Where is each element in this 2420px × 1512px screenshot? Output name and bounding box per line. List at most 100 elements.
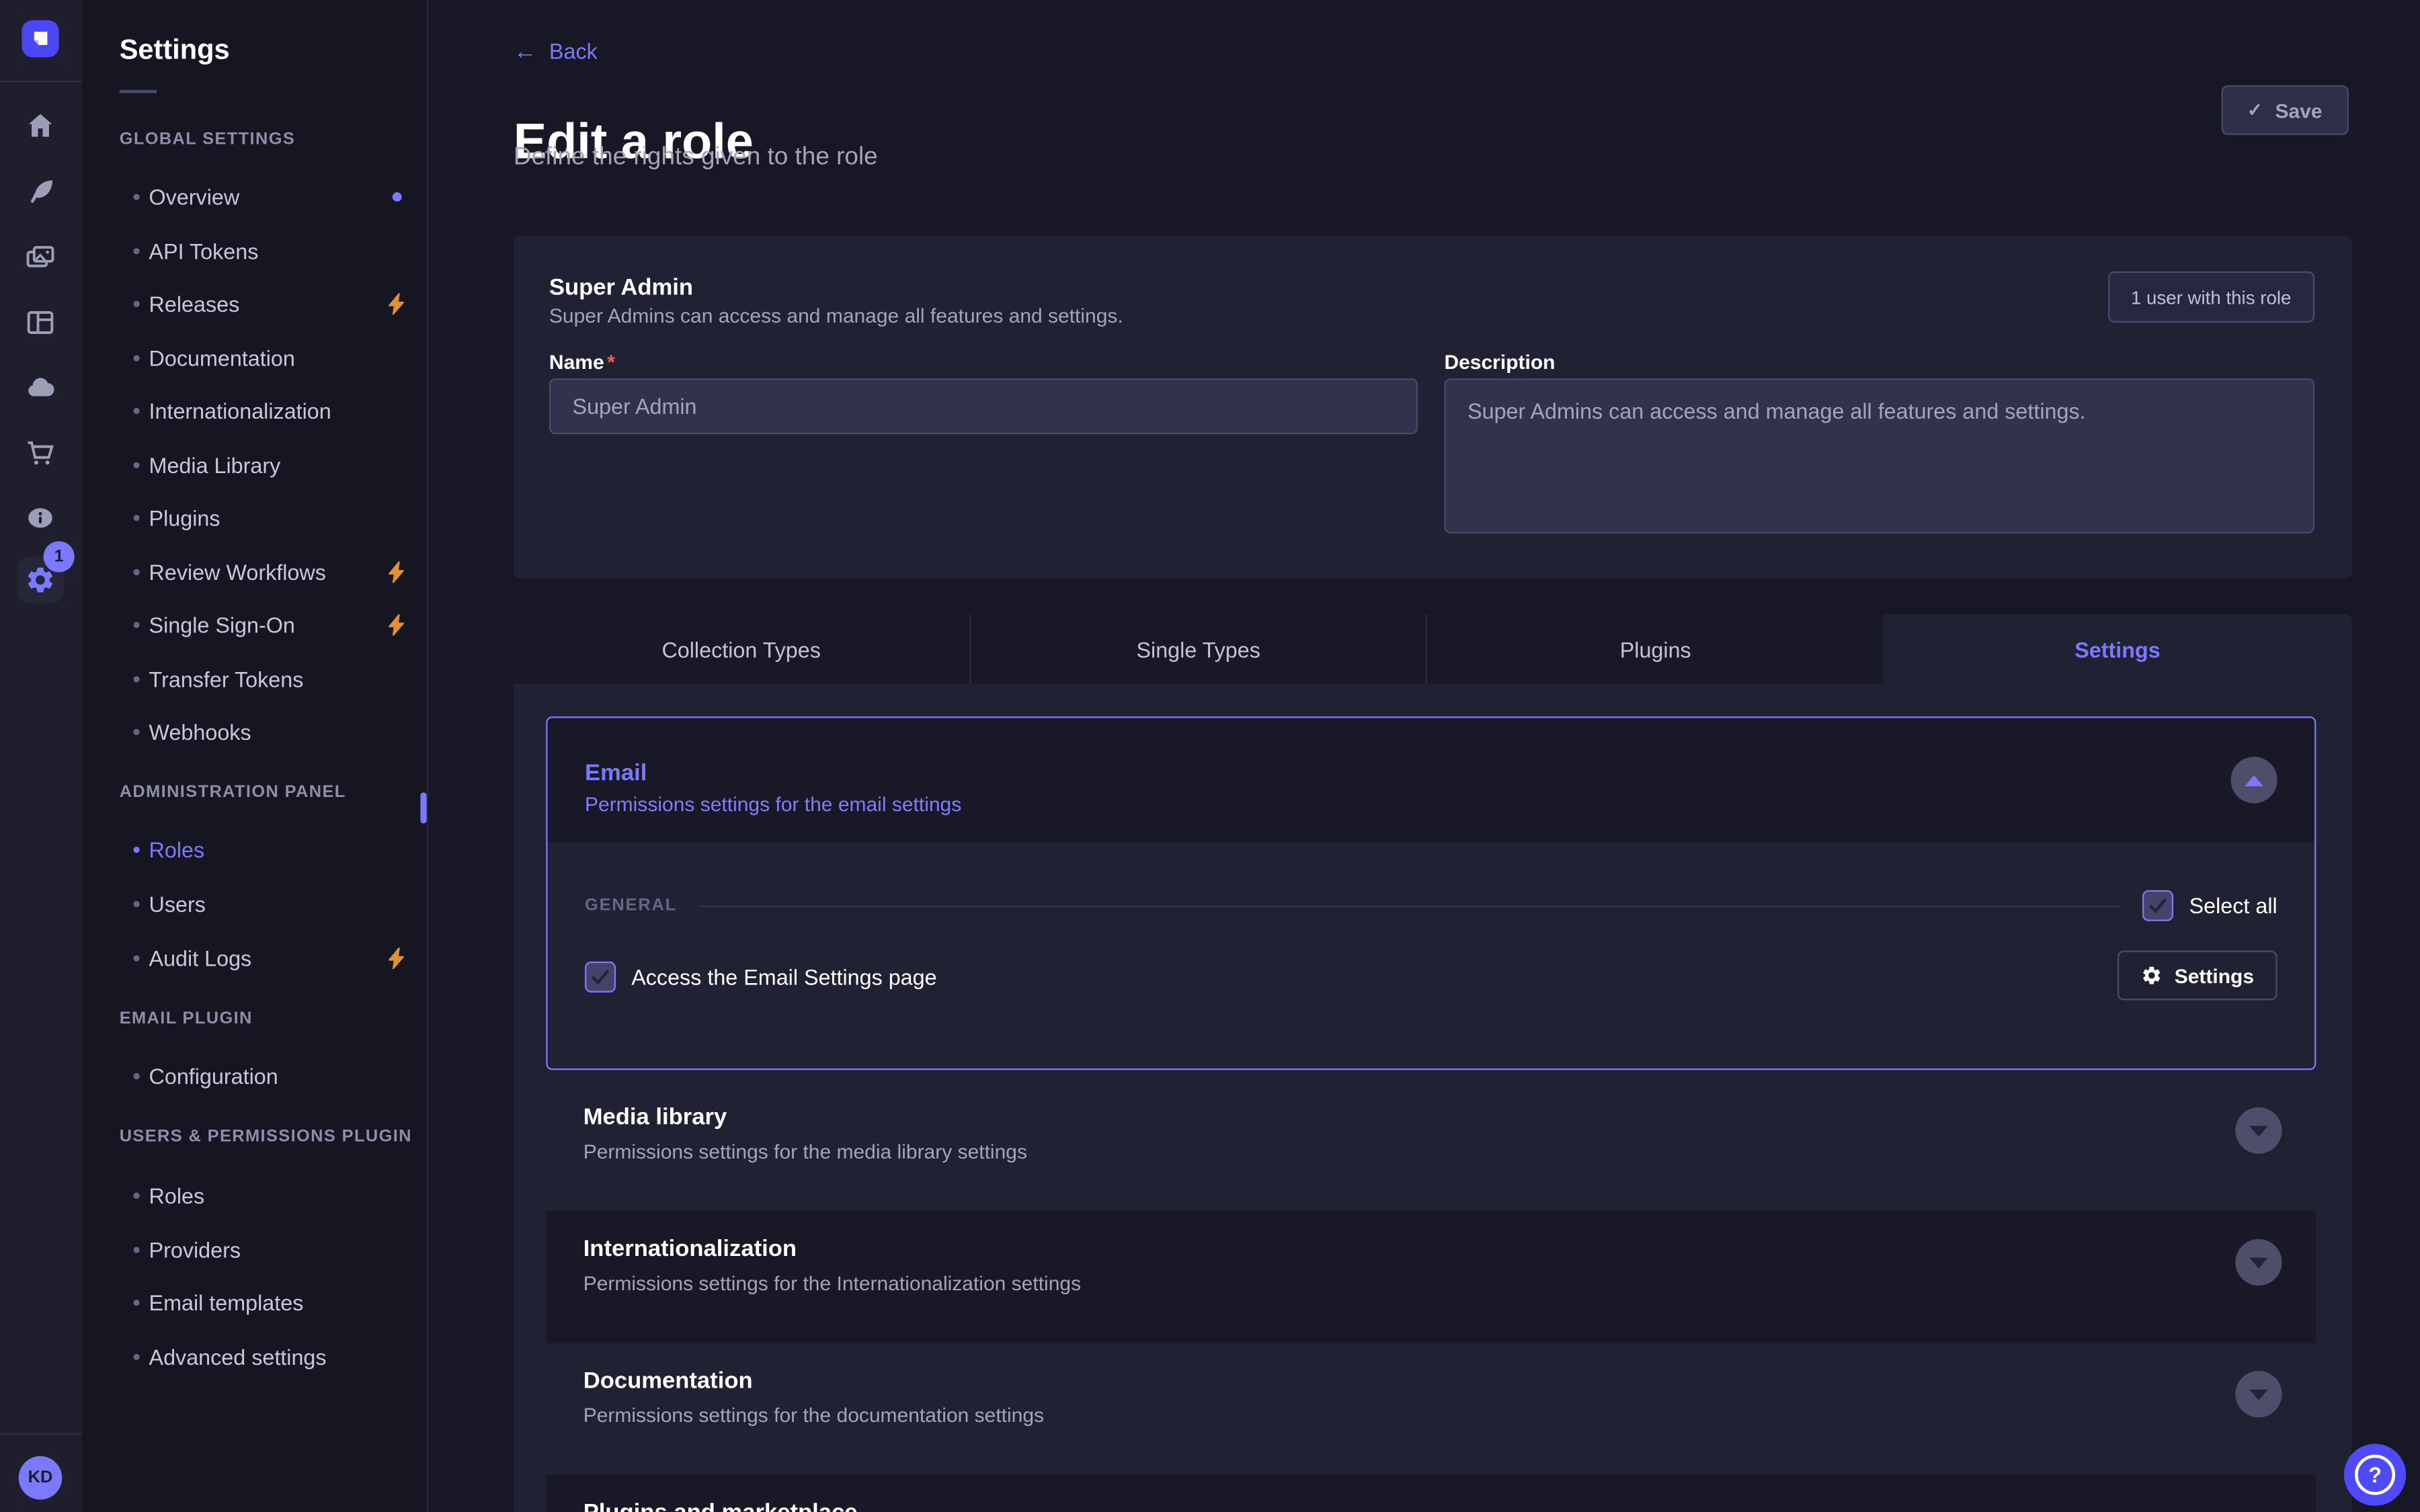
user-avatar[interactable]: KD [19, 1456, 63, 1500]
media-library-icon[interactable] [25, 242, 56, 273]
sidebar-item-internationalization[interactable]: Internationalization [82, 384, 426, 437]
accordion-plugins-and-marketplace[interactable]: Plugins and marketplace [546, 1475, 2316, 1512]
bullet [133, 729, 139, 735]
content-manager-feather-icon[interactable] [25, 177, 56, 208]
tab-group-inactive: Collection Types Single Types Plugins [514, 614, 1884, 684]
sidebar-item-email-templates[interactable]: Email templates [82, 1276, 426, 1329]
tab-plugins[interactable]: Plugins [1426, 614, 1884, 684]
lightning-icon [388, 614, 407, 636]
main-nav-rail: 1 KD [0, 0, 84, 1512]
accordion-documentation[interactable]: Documentation Permissions settings for t… [546, 1343, 2316, 1474]
bullet [133, 622, 139, 628]
save-button[interactable]: ✓ Save [2221, 85, 2349, 135]
marketplace-cart-icon[interactable] [25, 437, 56, 468]
gear-icon [2140, 964, 2162, 986]
subnav-title-rule [120, 90, 157, 93]
name-field-label: Name* [549, 351, 615, 374]
users-with-role-button[interactable]: 1 user with this role [2107, 271, 2314, 323]
expand-button[interactable] [2235, 1107, 2282, 1154]
email-permissions-box: Email Permissions settings for the email… [546, 716, 2316, 1070]
home-icon[interactable] [25, 110, 56, 141]
sidebar-item-providers[interactable]: Providers [82, 1224, 426, 1276]
bullet [133, 194, 139, 200]
sidebar-item-review-workflows[interactable]: Review Workflows [82, 546, 426, 598]
bullet [133, 847, 139, 853]
chevron-down-icon [2249, 1125, 2268, 1136]
email-option-row: Access the Email Settings page [585, 954, 937, 1000]
collapse-button[interactable] [2230, 757, 2277, 803]
select-all-checkbox[interactable] [2142, 890, 2173, 921]
sidebar-item-transfer-tokens[interactable]: Transfer Tokens [82, 653, 426, 706]
lightning-icon [388, 293, 407, 314]
permissions-panel: Collection Types Single Types Plugins Se… [514, 614, 2352, 1512]
bullet [133, 956, 139, 962]
sidebar-item-configuration[interactable]: Configuration [82, 1050, 426, 1102]
check-icon [2149, 898, 2168, 913]
strapi-logo[interactable] [22, 20, 58, 57]
sidebar-item-advanced-settings[interactable]: Advanced settings [82, 1331, 426, 1383]
email-accordion-title: Email [585, 760, 647, 786]
app-window: 1 KD Settings GLOBAL SETTINGS Overview A… [0, 0, 2420, 1512]
email-settings-button[interactable]: Settings [2117, 951, 2277, 1001]
question-mark-icon: ? [2355, 1455, 2395, 1495]
sidebar-item-api-tokens[interactable]: API Tokens [82, 225, 426, 278]
sidebar-item-roles-admin[interactable]: Roles [82, 823, 426, 876]
chevron-down-icon [2249, 1257, 2268, 1267]
section-users-permissions-plugin: USERS & PERMISSIONS PLUGIN [120, 1128, 412, 1146]
bullet [133, 355, 139, 361]
email-accordion-header[interactable]: Email Permissions settings for the email… [548, 718, 2314, 842]
sidebar-item-plugins[interactable]: Plugins [82, 492, 426, 544]
info-icon[interactable] [25, 503, 56, 534]
back-link[interactable]: ←Back [514, 39, 598, 65]
bullet [133, 1247, 139, 1253]
sidebar-item-media-library[interactable]: Media Library [82, 439, 426, 491]
subnav-scrollbar-thumb[interactable] [420, 792, 426, 823]
role-description-text: Super Admins can access and manage all f… [549, 304, 1123, 327]
settings-notification-badge[interactable]: 1 [44, 541, 75, 572]
bullet [133, 901, 139, 907]
sidebar-item-users[interactable]: Users [82, 878, 426, 930]
sidebar-item-overview[interactable]: Overview [82, 171, 426, 223]
content-type-builder-icon[interactable] [25, 307, 56, 338]
sidebar-item-documentation[interactable]: Documentation [82, 332, 426, 384]
help-button[interactable]: ? [2344, 1443, 2406, 1505]
tab-collection-types[interactable]: Collection Types [514, 614, 969, 684]
role-summary-card: Super Admin Super Admins can access and … [514, 236, 2352, 579]
tab-settings[interactable]: Settings [1884, 614, 2352, 684]
general-section-label: GENERAL [585, 896, 677, 915]
section-email-plugin: EMAIL PLUGIN [120, 1009, 253, 1028]
notification-dot-icon [393, 192, 402, 202]
bullet [133, 408, 139, 414]
accordion-internationalization[interactable]: Internationalization Permissions setting… [546, 1211, 2316, 1343]
description-textarea[interactable]: Super Admins can access and manage all f… [1444, 378, 2314, 534]
lightning-icon [388, 948, 407, 969]
check-icon: ✓ [2247, 99, 2263, 121]
general-section-row: GENERAL Select all [585, 888, 2277, 923]
chevron-up-icon [2245, 775, 2263, 786]
lightning-icon [388, 561, 407, 583]
subnav-title: Settings [120, 34, 230, 67]
email-accordion-subtitle: Permissions settings for the email setti… [585, 792, 961, 816]
cloud-icon[interactable] [25, 372, 56, 403]
access-email-settings-label: Access the Email Settings page [631, 964, 936, 989]
bullet [133, 462, 139, 468]
expand-button[interactable] [2235, 1371, 2282, 1417]
rail-divider [0, 81, 82, 82]
accordion-media-library[interactable]: Media library Permissions settings for t… [546, 1079, 2316, 1211]
bullet [133, 569, 139, 575]
sidebar-item-single-sign-on[interactable]: Single Sign-On [82, 599, 426, 651]
bullet [133, 515, 139, 521]
access-email-settings-checkbox[interactable] [585, 962, 616, 993]
required-asterisk: * [607, 351, 615, 374]
bullet [133, 301, 139, 307]
sidebar-item-webhooks[interactable]: Webhooks [82, 706, 426, 758]
bullet [133, 676, 139, 682]
sidebar-item-roles-up[interactable]: Roles [82, 1169, 426, 1222]
expand-button[interactable] [2235, 1239, 2282, 1286]
tab-single-types[interactable]: Single Types [969, 614, 1426, 684]
sidebar-item-releases[interactable]: Releases [82, 278, 426, 330]
settings-subnav: Settings GLOBAL SETTINGS Overview API To… [82, 0, 428, 1512]
sidebar-item-audit-logs[interactable]: Audit Logs [82, 932, 426, 984]
bullet [133, 1300, 139, 1306]
name-input[interactable] [549, 378, 1418, 434]
